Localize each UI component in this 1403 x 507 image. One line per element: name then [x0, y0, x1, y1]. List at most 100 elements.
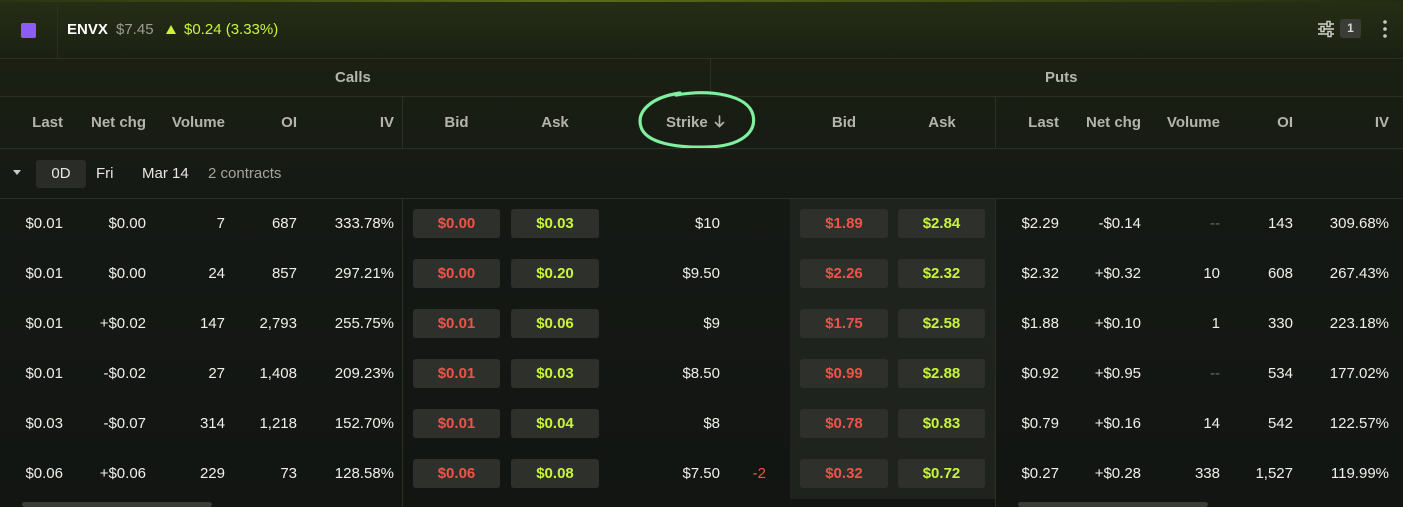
col-calls-ask[interactable]: Ask [511, 114, 599, 132]
puts-iv: 223.18% [1329, 315, 1389, 332]
expiry-date: Mar 14 [142, 165, 189, 182]
divider [402, 97, 403, 149]
calls-ask-button[interactable]: $0.04 [511, 409, 599, 438]
calls-net-change: -$0.07 [103, 415, 146, 432]
col-puts-volume[interactable]: Volume [1150, 114, 1220, 132]
calls-ask-button[interactable]: $0.08 [511, 459, 599, 488]
settings-sliders-icon[interactable] [1316, 20, 1336, 38]
calls-scrollbar[interactable] [22, 502, 212, 507]
calls-volume: 314 [199, 415, 225, 432]
calls-net-change: -$0.02 [103, 365, 146, 382]
quote-bar: ENVX $7.45 $0.24 (3.33%) 1 [0, 0, 1403, 59]
triangle-up-icon [166, 25, 176, 34]
puts-ask-button[interactable]: $2.88 [898, 359, 985, 388]
col-puts-oi[interactable]: OI [1243, 114, 1293, 132]
dte-chip: 0D [36, 160, 86, 188]
puts-bid-button[interactable]: $0.32 [800, 459, 888, 488]
filter-count-badge[interactable]: 1 [1340, 19, 1361, 38]
calls-ask-button[interactable]: $0.03 [511, 209, 599, 238]
calls-last: $0.06 [25, 465, 63, 482]
puts-iv: 119.99% [1330, 465, 1389, 482]
table-row[interactable]: $0.01 $0.00 24 857 297.21% $0.00 $0.20 $9.50 $2.… [0, 249, 1403, 299]
puts-net-change: +$0.28 [1094, 465, 1141, 482]
puts-ask-button[interactable]: $0.83 [898, 409, 985, 438]
divider [57, 0, 58, 58]
strike-price: $8 [703, 415, 720, 432]
puts-scrollbar[interactable] [1018, 502, 1208, 507]
puts-iv: 177.02% [1329, 365, 1389, 382]
more-vertical-icon[interactable] [1378, 18, 1392, 40]
contracts-count: 2 contracts [208, 165, 282, 182]
puts-ask-button[interactable]: $2.32 [898, 259, 985, 288]
calls-ask-button[interactable]: $0.03 [511, 359, 599, 388]
puts-volume: -- [1210, 365, 1220, 382]
puts-bid-button[interactable]: $1.89 [800, 209, 888, 238]
col-calls-netchg[interactable]: Net chg [76, 114, 146, 132]
puts-ask-button[interactable]: $2.58 [898, 309, 985, 338]
calls-bid-button[interactable]: $0.06 [413, 459, 500, 488]
calls-volume: 24 [208, 265, 225, 282]
puts-bid-button[interactable]: $0.99 [800, 359, 888, 388]
calls-open-interest: 1,408 [259, 365, 297, 382]
puts-open-interest: 608 [1267, 265, 1293, 282]
calls-bid-button[interactable]: $0.01 [413, 409, 500, 438]
strike-price: $10 [694, 215, 720, 232]
ticker-symbol[interactable]: ENVX [67, 21, 108, 39]
puts-volume: 10 [1203, 265, 1220, 282]
puts-volume: -- [1210, 215, 1220, 232]
calls-bid-button[interactable]: $0.01 [413, 359, 500, 388]
col-puts-ask[interactable]: Ask [898, 114, 986, 132]
calls-last: $0.01 [25, 265, 63, 282]
calls-last: $0.03 [25, 415, 63, 432]
calls-net-change: +$0.02 [99, 315, 146, 332]
puts-volume: 14 [1203, 415, 1220, 432]
table-row[interactable]: $0.01 -$0.02 27 1,408 209.23% $0.01 $0.03 $8.50… [0, 349, 1403, 399]
col-calls-oi[interactable]: OI [247, 114, 297, 132]
puts-bid-button[interactable]: $1.75 [800, 309, 888, 338]
position-qty: -2 [752, 465, 766, 482]
col-puts-last[interactable]: Last [1009, 114, 1059, 132]
col-calls-last[interactable]: Last [13, 114, 63, 132]
calls-volume: 27 [208, 365, 225, 382]
calls-ask-button[interactable]: $0.06 [511, 309, 599, 338]
table-row[interactable]: $0.06 +$0.06 229 73 128.58% $0.06 $0.08 $7.50 -2… [0, 449, 1403, 499]
col-calls-bid[interactable]: Bid [413, 114, 500, 132]
calls-bid-button[interactable]: $0.00 [413, 209, 500, 238]
chevron-down-icon[interactable] [13, 170, 21, 175]
table-row[interactable]: $0.01 $0.00 7 687 333.78% $0.00 $0.03 $10 $1.89 $… [0, 199, 1403, 249]
calls-net-change: +$0.06 [99, 465, 146, 482]
arrow-down-icon [714, 115, 725, 128]
calls-open-interest: 687 [271, 215, 297, 232]
col-strike[interactable]: Strike [666, 114, 725, 132]
col-calls-volume[interactable]: Volume [155, 114, 225, 132]
col-puts-bid[interactable]: Bid [800, 114, 888, 132]
col-puts-netchg[interactable]: Net chg [1071, 114, 1141, 132]
calls-iv: 152.70% [334, 415, 394, 432]
color-swatch[interactable] [21, 23, 36, 38]
puts-bid-button[interactable]: $2.26 [800, 259, 888, 288]
divider [995, 97, 996, 149]
puts-volume: 338 [1194, 465, 1220, 482]
puts-last: $0.27 [1021, 465, 1059, 482]
col-strike-label: Strike [666, 114, 708, 131]
puts-last: $0.79 [1021, 415, 1059, 432]
calls-bid-button[interactable]: $0.01 [413, 309, 500, 338]
col-puts-iv[interactable]: IV [1339, 114, 1389, 132]
puts-last: $1.88 [1021, 315, 1059, 332]
col-calls-iv[interactable]: IV [344, 114, 394, 132]
puts-net-change: +$0.10 [1094, 315, 1141, 332]
puts-ask-button[interactable]: $0.72 [898, 459, 985, 488]
table-row[interactable]: $0.03 -$0.07 314 1,218 152.70% $0.01 $0.04 $8 $0… [0, 399, 1403, 449]
puts-ask-button[interactable]: $2.84 [898, 209, 985, 238]
puts-iv: 122.57% [1329, 415, 1389, 432]
last-price: $7.45 [116, 21, 154, 38]
calls-ask-button[interactable]: $0.20 [511, 259, 599, 288]
puts-volume: 1 [1211, 315, 1220, 332]
puts-last: $2.32 [1021, 265, 1059, 282]
calls-volume: 7 [216, 215, 225, 232]
puts-bid-button[interactable]: $0.78 [800, 409, 888, 438]
calls-bid-button[interactable]: $0.00 [413, 259, 500, 288]
calls-iv: 255.75% [334, 315, 394, 332]
table-row[interactable]: $0.01 +$0.02 147 2,793 255.75% $0.01 $0.06 $9 $1… [0, 299, 1403, 349]
strike-price: $7.50 [682, 465, 720, 482]
